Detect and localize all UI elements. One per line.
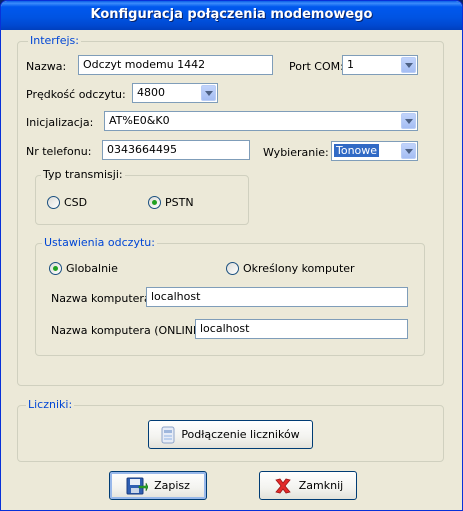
zapisz-button[interactable]: Zapisz bbox=[109, 471, 207, 500]
chevron-down-icon[interactable] bbox=[401, 143, 416, 159]
chevron-down-icon[interactable] bbox=[401, 57, 416, 73]
inicjalizacja-label: Inicjalizacja: bbox=[26, 116, 94, 129]
window-title: Konfiguracja połączenia modemowego bbox=[90, 7, 373, 22]
globalnie-label[interactable]: Globalnie bbox=[66, 262, 118, 275]
podlaczenie-licznikow-button[interactable]: Podłączenie liczników bbox=[148, 420, 313, 449]
typ-transmisji-group: Typ transmisji: CSD PSTN bbox=[35, 168, 249, 225]
okreslony-komputer-label[interactable]: Określony komputer bbox=[243, 262, 355, 275]
interfejs-legend: Interfejs: bbox=[28, 34, 81, 47]
zamknij-button[interactable]: Zamknij bbox=[259, 471, 357, 500]
ustawienia-odczytu-legend: Ustawienia odczytu: bbox=[42, 236, 157, 249]
telefon-field[interactable]: 0343664495 bbox=[102, 140, 250, 160]
wybieranie-label: Wybieranie: bbox=[263, 146, 329, 159]
chevron-down-icon[interactable] bbox=[201, 85, 216, 101]
nazwa-komputera-field[interactable]: localhost bbox=[146, 287, 408, 307]
wybieranie-select[interactable]: Tonowe bbox=[331, 141, 418, 161]
title-bar[interactable]: Konfiguracja połączenia modemowego bbox=[1, 1, 462, 30]
nazwa-komputera-label: Nazwa komputera: bbox=[51, 292, 155, 305]
predkosc-value: 4800 bbox=[137, 86, 165, 99]
close-icon bbox=[273, 476, 293, 496]
okreslony-komputer-radio[interactable] bbox=[226, 262, 239, 275]
interfejs-group: Interfejs: Nazwa: Odczyt modemu 1442 Por… bbox=[17, 34, 444, 386]
podlaczenie-licznikow-label: Podłączenie liczników bbox=[181, 428, 300, 441]
pstn-label[interactable]: PSTN bbox=[165, 196, 194, 209]
wybieranie-value: Tonowe bbox=[334, 144, 380, 157]
nazwa-komputera-online-label: Nazwa komputera (ONLINE): bbox=[51, 324, 208, 337]
dialog-client-area: Interfejs: Nazwa: Odczyt modemu 1442 Por… bbox=[4, 30, 459, 508]
port-com-label: Port COM: bbox=[289, 60, 344, 73]
nazwa-komputera-online-field[interactable]: localhost bbox=[195, 319, 408, 339]
zamknij-label: Zamknij bbox=[298, 479, 344, 492]
inicjalizacja-value: AT%E0&K0 bbox=[109, 114, 170, 127]
pstn-radio[interactable] bbox=[148, 196, 161, 209]
save-icon bbox=[126, 476, 149, 496]
inicjalizacja-select[interactable]: AT%E0&K0 bbox=[104, 111, 418, 131]
port-com-select[interactable]: 1 bbox=[342, 55, 418, 75]
predkosc-select[interactable]: 4800 bbox=[132, 83, 218, 103]
csd-label[interactable]: CSD bbox=[64, 196, 87, 209]
predkosc-label: Prędkość odczytu: bbox=[26, 88, 126, 101]
liczniki-group: Liczniki: Podłączenie liczników bbox=[17, 398, 444, 462]
port-com-value: 1 bbox=[347, 58, 354, 71]
nazwa-field[interactable]: Odczyt modemu 1442 bbox=[78, 55, 273, 75]
dialog-window: Konfiguracja połączenia modemowego Inter… bbox=[0, 0, 463, 511]
globalnie-radio[interactable] bbox=[49, 262, 62, 275]
csd-radio[interactable] bbox=[47, 196, 60, 209]
liczniki-legend: Liczniki: bbox=[26, 398, 75, 411]
zapisz-label: Zapisz bbox=[154, 479, 190, 492]
meter-icon bbox=[161, 426, 175, 444]
chevron-down-icon[interactable] bbox=[401, 113, 416, 129]
typ-transmisji-legend: Typ transmisji: bbox=[41, 168, 125, 181]
ustawienia-odczytu-group: Ustawienia odczytu: Globalnie Określony … bbox=[35, 236, 425, 356]
telefon-label: Nr telefonu: bbox=[26, 145, 92, 158]
nazwa-label: Nazwa: bbox=[26, 60, 67, 73]
